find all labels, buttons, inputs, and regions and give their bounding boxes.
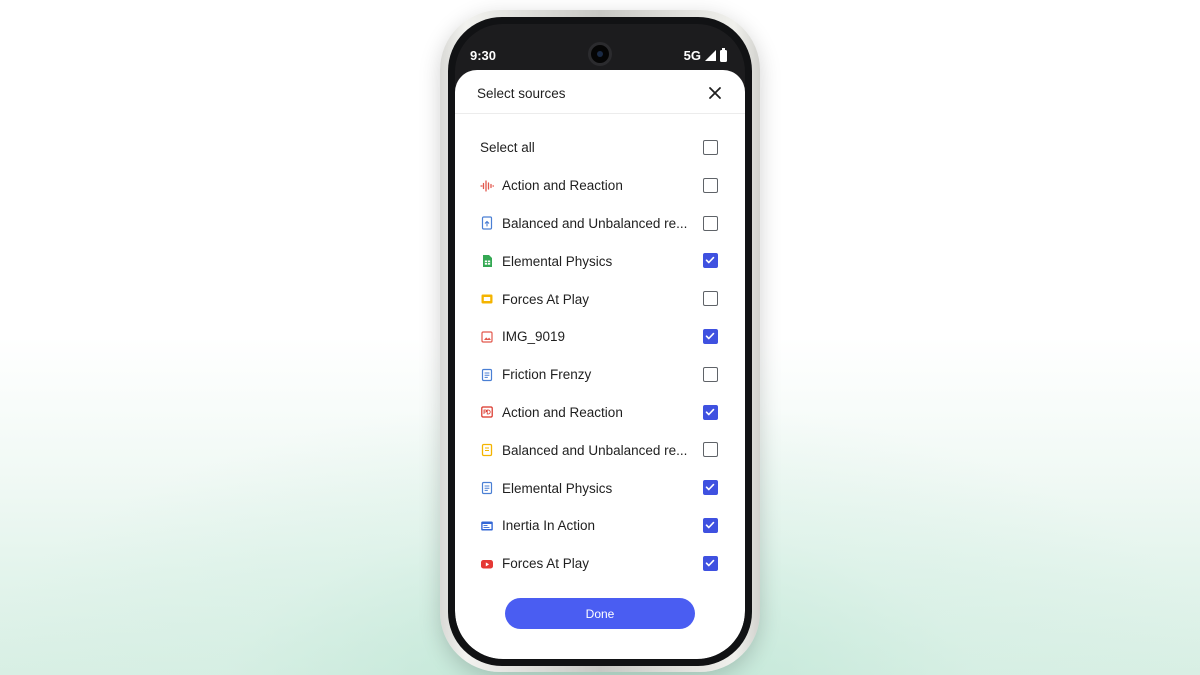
source-label: IMG_9019: [502, 329, 566, 345]
source-item[interactable]: Forces At Play: [455, 280, 745, 318]
source-item[interactable]: Action and Reaction: [455, 167, 745, 205]
source-item[interactable]: Inertia In Action: [455, 507, 745, 545]
check-icon: [705, 483, 715, 491]
check-icon: [705, 521, 715, 529]
source-item[interactable]: IMG_9019: [455, 318, 745, 356]
note-icon: [480, 443, 494, 457]
source-label: Friction Frenzy: [502, 367, 592, 383]
source-label: Inertia In Action: [502, 518, 596, 534]
phone-frame: 9:30 5G Select sources Select all Action…: [440, 10, 760, 672]
source-checkbox[interactable]: [703, 517, 718, 533]
source-checkbox[interactable]: [703, 253, 718, 269]
status-bar: 9:30 5G: [455, 24, 745, 70]
docs-icon: [480, 368, 494, 382]
network-label: 5G: [683, 48, 701, 63]
source-item[interactable]: Friction Frenzy: [455, 356, 745, 394]
sheets-icon: [480, 254, 494, 268]
check-icon: [705, 408, 715, 415]
source-checkbox[interactable]: [703, 366, 718, 382]
source-list: Select all Action and Reaction Balanced a…: [455, 129, 745, 583]
source-checkbox[interactable]: [703, 555, 718, 571]
source-item[interactable]: Action and Reaction: [455, 394, 745, 432]
source-item[interactable]: Balanced and Unbalanced re...: [455, 431, 745, 469]
sheet-header: Select sources: [455, 70, 745, 114]
status-time: 9:30: [470, 48, 497, 63]
phone-bezel: 9:30 5G Select sources Select all Action…: [448, 17, 752, 666]
doc-upload-icon: [480, 216, 494, 231]
pdf-icon: [480, 405, 494, 419]
check-icon: [705, 559, 715, 567]
youtube-icon: [480, 557, 494, 571]
close-button[interactable]: [705, 83, 725, 103]
source-checkbox[interactable]: [703, 215, 718, 231]
sheet-title: Select sources: [477, 86, 566, 101]
check-icon: [705, 332, 715, 340]
battery-icon: [720, 47, 727, 62]
check-icon: [705, 257, 715, 264]
phone-screen: 9:30 5G Select sources Select all Action…: [455, 24, 745, 659]
source-label: Forces At Play: [502, 556, 590, 572]
source-label: Elemental Physics: [502, 480, 613, 496]
source-label: Balanced and Unbalanced re...: [502, 442, 688, 458]
source-checkbox[interactable]: [703, 328, 718, 344]
status-indicators: 5G: [683, 47, 727, 63]
source-item[interactable]: Forces At Play: [455, 545, 745, 583]
audio-icon: [480, 179, 494, 193]
source-item[interactable]: Elemental Physics: [455, 469, 745, 507]
select-all-label: Select all: [480, 140, 535, 156]
source-label: Action and Reaction: [502, 404, 623, 420]
signal-icon: [705, 50, 716, 61]
source-item[interactable]: Balanced and Unbalanced re...: [455, 205, 745, 243]
source-label: Forces At Play: [502, 291, 590, 307]
slides-icon: [480, 292, 494, 306]
close-icon: [709, 87, 721, 99]
docs-icon: [480, 481, 494, 495]
source-checkbox[interactable]: [703, 177, 718, 193]
source-checkbox[interactable]: [703, 442, 718, 458]
source-checkbox[interactable]: [703, 404, 718, 420]
source-item[interactable]: Elemental Physics: [455, 242, 745, 280]
front-camera: [588, 42, 612, 66]
select-all-row[interactable]: Select all: [455, 129, 745, 167]
source-checkbox[interactable]: [703, 480, 718, 496]
source-label: Action and Reaction: [502, 178, 623, 194]
web-icon: [480, 519, 494, 533]
image-icon: [480, 330, 494, 344]
source-checkbox[interactable]: [703, 291, 718, 307]
select-sources-sheet: Select sources Select all Action and Rea…: [455, 70, 745, 659]
done-button[interactable]: Done: [505, 598, 695, 629]
select-all-checkbox[interactable]: [703, 140, 718, 155]
source-label: Balanced and Unbalanced re...: [502, 215, 688, 231]
source-label: Elemental Physics: [502, 253, 613, 269]
